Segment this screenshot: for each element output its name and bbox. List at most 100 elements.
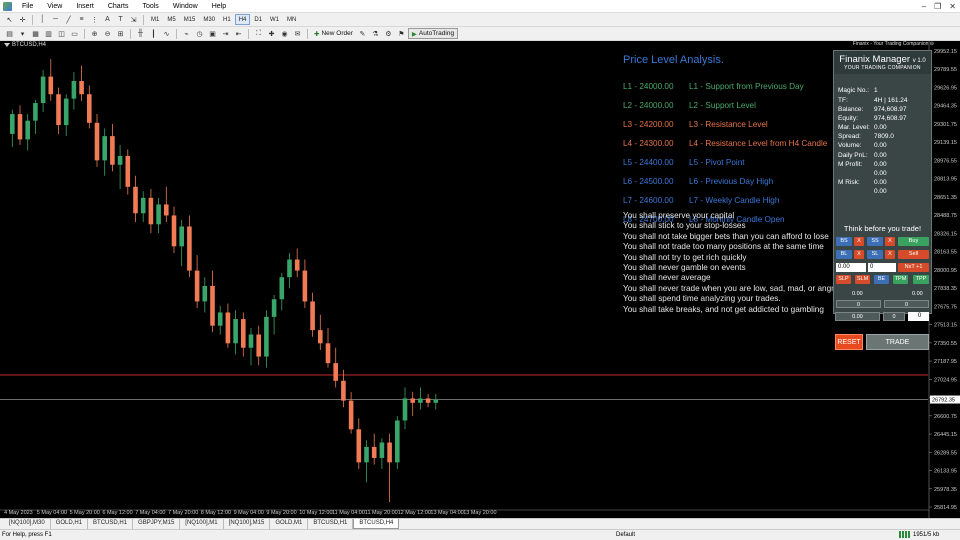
chart-tab[interactable]: GOLD,H1 (51, 519, 89, 529)
stat-row: Mar. Level: 0.00 (838, 124, 887, 131)
take-profit-plus-button[interactable]: TPP (913, 275, 929, 284)
indicators-icon[interactable]: ⌁ (181, 28, 192, 39)
sell-button[interactable]: Sell (898, 250, 929, 259)
market-icon[interactable]: ✉ (292, 28, 303, 39)
candle-body (40, 76, 46, 104)
chart-tab[interactable]: BTCUSD,H1 (88, 519, 134, 529)
companion-close-icon[interactable]: ⊖ (930, 41, 934, 47)
timeframe-d1[interactable]: D1 (250, 14, 266, 25)
lot-size-input[interactable]: 0.00 (836, 263, 866, 272)
menu-view[interactable]: View (40, 0, 69, 13)
line-chart-icon[interactable]: ∿ (161, 28, 172, 39)
objects-list-icon[interactable]: ⛶ (253, 28, 264, 39)
buy-limit-cancel-button[interactable]: X (854, 250, 864, 259)
stop-loss-plus-button[interactable]: SLP (836, 275, 851, 284)
menu-help[interactable]: Help (205, 0, 233, 13)
new-chart-icon[interactable]: ▤ (4, 28, 15, 39)
timeframe-m5[interactable]: M5 (163, 14, 179, 25)
chart-tab[interactable]: GBPJPY,M15 (133, 519, 181, 529)
next-plus-one-button[interactable]: NxT +1 (898, 263, 929, 272)
chart-tab[interactable]: [NQ100],M30 (4, 519, 51, 529)
menu-tools[interactable]: Tools (135, 0, 165, 13)
vertical-line-icon[interactable]: │ (37, 14, 48, 25)
sell-limit-cancel-button[interactable]: X (885, 250, 895, 259)
buy-button[interactable]: Buy (898, 237, 929, 246)
channel-icon[interactable]: ≡ (76, 14, 87, 25)
risk-input[interactable]: 0 (908, 312, 929, 321)
trendline-icon[interactable]: ╱ (63, 14, 74, 25)
text-tool-icon[interactable]: A (102, 14, 113, 25)
signals-icon[interactable]: ◉ (279, 28, 290, 39)
minimize-icon[interactable]: – (922, 0, 926, 13)
menu-window[interactable]: Window (166, 0, 205, 13)
strategy-tester-icon[interactable]: ⚗ (370, 28, 381, 39)
timeframe-m1[interactable]: M1 (147, 14, 163, 25)
buy-stop-button[interactable]: BS (836, 237, 852, 246)
bar-chart-icon[interactable]: ╫ (135, 28, 146, 39)
menu-file[interactable]: File (15, 0, 40, 13)
take-profit-minus-button[interactable]: TPM (893, 275, 908, 284)
buy-stop-cancel-button[interactable]: X (854, 237, 864, 246)
sell-stop-button[interactable]: SS (867, 237, 883, 246)
points-input[interactable]: 0 (868, 263, 896, 272)
candle-body (179, 226, 184, 247)
risk-points-field[interactable]: 0 (883, 312, 905, 321)
timeframe-m30[interactable]: M30 (199, 14, 219, 25)
trade-button[interactable]: TRADE (866, 334, 929, 350)
new-order-label: New Order (321, 30, 353, 37)
timeframe-h1[interactable]: H1 (219, 14, 235, 25)
options-icon[interactable]: ⚙ (383, 28, 394, 39)
chart-shift-icon[interactable]: ⇤ (233, 28, 244, 39)
navigator-icon[interactable]: ◫ (56, 28, 67, 39)
fibonacci-icon[interactable]: ⋮ (89, 14, 100, 25)
restore-icon[interactable]: ❐ (934, 0, 941, 13)
tile-windows-icon[interactable]: ⊞ (115, 28, 126, 39)
timeframe-m15[interactable]: M15 (180, 14, 200, 25)
menu-charts[interactable]: Charts (101, 0, 136, 13)
buy-limit-button[interactable]: BL (836, 250, 852, 259)
terminal-icon[interactable]: ▭ (69, 28, 80, 39)
rule-line: You shall not take bigger bets than you … (623, 231, 829, 241)
candlestick-icon[interactable]: ┃ (148, 28, 159, 39)
shapes-icon[interactable]: ⇲ (128, 14, 139, 25)
sell-limit-button[interactable]: SL (867, 250, 883, 259)
chart-tab[interactable]: [NQ100],M15 (224, 519, 271, 529)
label-tool-icon[interactable]: T (115, 14, 126, 25)
new-order-button[interactable]: ✚ New Order (311, 28, 356, 39)
expert-list-icon[interactable]: ✚ (266, 28, 277, 39)
close-icon[interactable]: ✕ (949, 0, 956, 13)
app-icon (3, 1, 12, 11)
cursor-icon[interactable]: ↖ (4, 14, 15, 25)
reset-button[interactable]: RESET (835, 334, 863, 350)
break-even-button[interactable]: BE (874, 275, 889, 284)
timeframe-h4[interactable]: H4 (234, 14, 251, 25)
autotrading-button[interactable]: ▶ AutoTrading (407, 28, 459, 39)
zoom-in-icon[interactable]: ⊕ (89, 28, 100, 39)
crosshair-icon[interactable]: ✛ (17, 14, 28, 25)
metaeditor-icon[interactable]: ✎ (357, 28, 368, 39)
data-window-icon[interactable]: ▥ (43, 28, 54, 39)
chart-tab[interactable]: BTCUSD,H1 (308, 519, 354, 529)
time-label: 13 May 20:00 (463, 510, 496, 516)
profiles-icon[interactable]: ▾ (17, 28, 28, 39)
menu-insert[interactable]: Insert (69, 0, 101, 13)
chart-tab[interactable]: BTCUSD,H4 (353, 519, 400, 529)
sell-stop-cancel-button[interactable]: X (885, 237, 895, 246)
tp-points-field[interactable]: 0 (884, 300, 929, 308)
chart-tab[interactable]: GOLD,M1 (270, 519, 309, 529)
auto-scroll-icon[interactable]: ⇥ (220, 28, 231, 39)
sl-points-field[interactable]: 0 (836, 300, 881, 308)
one-click-icon[interactable]: ⚑ (396, 28, 407, 39)
risk-value-field[interactable]: 0.00 (835, 312, 880, 321)
timeframe-mn[interactable]: MN (283, 14, 300, 25)
stat-row: M Profit: 0.00 (838, 161, 887, 168)
zoom-out-icon[interactable]: ⊖ (102, 28, 113, 39)
periods-icon[interactable]: ◷ (194, 28, 205, 39)
horizontal-line-icon[interactable]: ─ (50, 14, 61, 25)
market-watch-icon[interactable]: ▦ (30, 28, 41, 39)
price-chart[interactable]: 29952.15 29789.55 29626.95 29464.35 29301.75… (0, 41, 960, 518)
stop-loss-minus-button[interactable]: SLM (855, 275, 870, 284)
templates-icon[interactable]: ▣ (207, 28, 218, 39)
chart-tab[interactable]: [NQ100],M1 (180, 519, 224, 529)
timeframe-w1[interactable]: W1 (266, 14, 283, 25)
